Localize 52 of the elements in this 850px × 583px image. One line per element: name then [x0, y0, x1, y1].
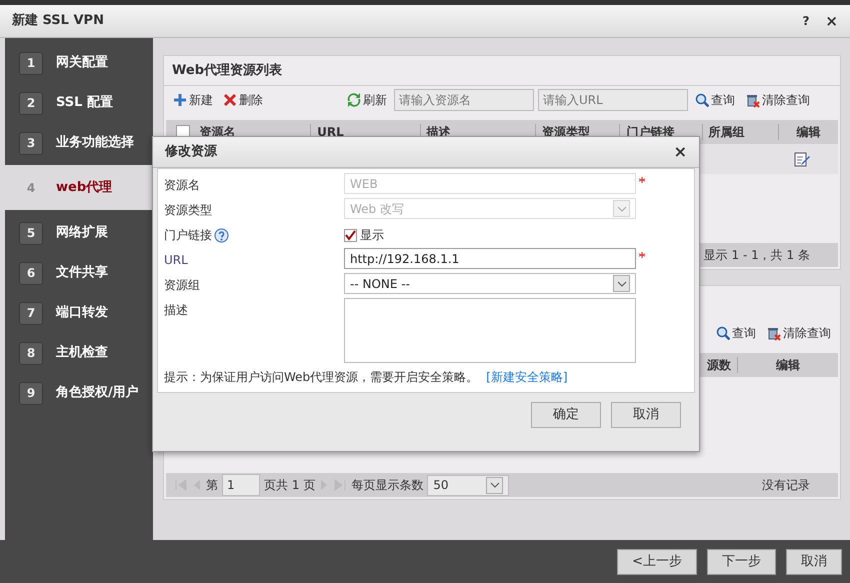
field-label: 资源组 — [164, 277, 200, 294]
toolbar-button[interactable]: 查询 — [713, 324, 759, 342]
sidebar-item[interactable]: 5 网络扩展 — [5, 213, 153, 253]
dialog-title: 修改资源 — [165, 143, 217, 162]
dialog-button[interactable]: 取消 — [611, 402, 681, 428]
hint-text: 提示：为保证用户访问Web代理资源，需要开启安全策略。 — [164, 369, 478, 386]
sidebar-item[interactable]: 9 角色授权/用户 — [5, 373, 153, 413]
toolbar-button[interactable]: 清除查询 — [763, 324, 834, 342]
sidebar-item[interactable]: 7 端口转发 — [5, 293, 153, 333]
pager-label: 每页显示条数 — [351, 477, 424, 494]
toolbar-button[interactable]: 新建 — [170, 91, 216, 109]
toolbar-button[interactable]: 刷新 — [344, 91, 390, 109]
sidebar-item[interactable]: 4 web代理 — [5, 165, 153, 210]
close-button[interactable]: × — [674, 140, 687, 164]
search-field[interactable]: 请输入资源名 — [394, 89, 534, 111]
wizard-button[interactable]: 取消 — [786, 548, 842, 574]
sidebar-item[interactable]: 8 主机检查 — [5, 333, 153, 373]
field-label: 资源类型 — [164, 202, 212, 219]
new-policy-link[interactable]: [新建安全策略] — [486, 368, 568, 386]
help-button[interactable]: ? — [802, 12, 810, 30]
search-field[interactable]: 请输入URL — [538, 89, 688, 111]
sidebar-item[interactable]: 2 SSL 配置 — [5, 83, 153, 123]
toolbar-button[interactable]: 查询 — [692, 91, 738, 109]
column-header: 所属组 — [702, 124, 780, 140]
field-label: 门户链接 — [164, 227, 212, 244]
wizard-button[interactable]: <上一步 — [617, 548, 697, 574]
field-label: 资源名 — [164, 177, 200, 194]
select-field[interactable]: -- NONE -- — [344, 273, 636, 294]
close-button[interactable]: × — [825, 10, 838, 32]
toolbar-button[interactable]: 删除 — [220, 91, 266, 109]
sidebar-item[interactable]: 6 文件共享 — [5, 253, 153, 293]
text-field: WEB — [344, 173, 636, 194]
field-label: 描述 — [164, 302, 188, 319]
panel-title: Web代理资源列表 — [164, 56, 840, 86]
sidebar-item[interactable]: 3 业务功能选择 — [5, 123, 153, 163]
text-field[interactable]: http://192.168.1.1 — [344, 248, 636, 269]
column-header: 编辑 — [795, 124, 822, 140]
pager-label: 页共 1 页 — [264, 477, 316, 494]
page-field[interactable]: 1 — [222, 474, 260, 496]
toolbar-button[interactable]: 清除查询 — [742, 91, 813, 109]
pager-info: 显示 1 - 1，共 1 条 — [704, 247, 810, 264]
column-header: 编辑 — [774, 357, 801, 373]
dialog-button[interactable]: 确定 — [531, 402, 601, 428]
checkbox-label: 显示 — [360, 227, 384, 244]
page-size-select[interactable]: 50 — [427, 474, 510, 496]
sidebar-item[interactable]: 1 网关配置 — [5, 43, 153, 83]
pager-label: 第 — [206, 477, 218, 494]
window-title: 新建 SSL VPN — [12, 12, 104, 30]
field-label: URL — [164, 252, 188, 269]
pager-status: 没有记录 — [762, 477, 810, 494]
select-field: Web 改写 — [344, 198, 636, 219]
wizard-button[interactable]: 下一步 — [707, 548, 776, 574]
